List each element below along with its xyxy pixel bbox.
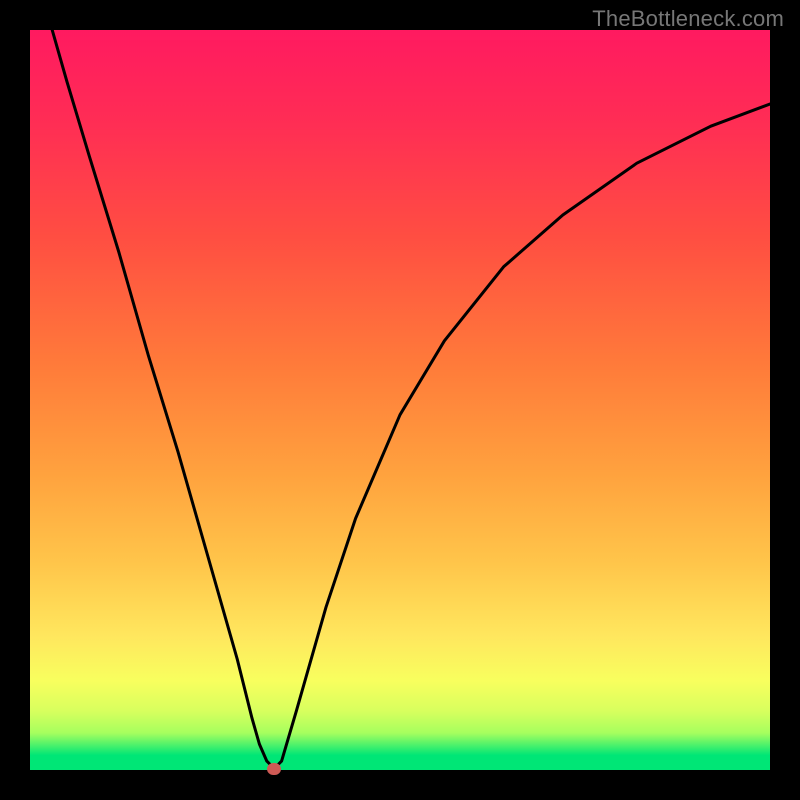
curve-path <box>52 30 770 769</box>
plot-area <box>30 30 770 770</box>
watermark-text: TheBottleneck.com <box>592 6 784 32</box>
curve-svg <box>30 30 770 770</box>
chart-frame: TheBottleneck.com <box>0 0 800 800</box>
vertex-marker <box>267 763 281 775</box>
